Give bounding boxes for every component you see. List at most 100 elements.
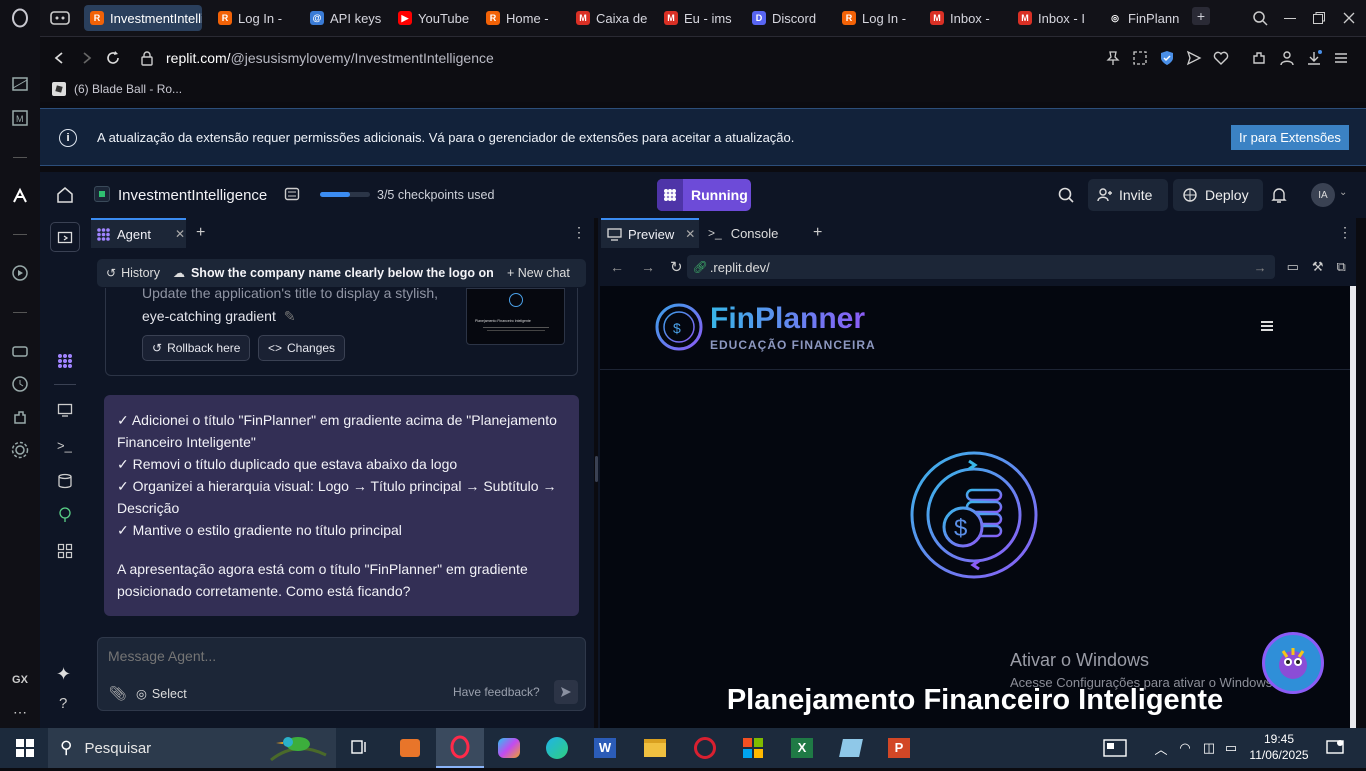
- close-tab-icon[interactable]: ✕: [685, 227, 695, 241]
- database-icon[interactable]: [57, 473, 73, 494]
- search-icon[interactable]: [1057, 186, 1075, 209]
- checkpoints-icon[interactable]: [284, 186, 300, 207]
- tab-console[interactable]: >_ Console: [708, 218, 778, 248]
- browser-tab[interactable]: M Inbox - I: [1012, 5, 1098, 31]
- add-tab-icon[interactable]: +: [813, 224, 822, 242]
- more-icon[interactable]: ⋯: [8, 700, 32, 724]
- browser-tab[interactable]: ▶ YouTube: [392, 5, 478, 31]
- project-name[interactable]: InvestmentIntelligence: [118, 187, 267, 204]
- browser-tab[interactable]: M Caixa de: [570, 5, 656, 31]
- aria-icon[interactable]: [8, 184, 32, 208]
- preview-url-field[interactable]: 🔗︎ .replit.dev/ →: [686, 255, 1275, 279]
- deployments-icon[interactable]: [57, 507, 73, 528]
- browser-tab[interactable]: R Home -: [480, 5, 566, 31]
- speed-dial-icon[interactable]: [8, 72, 32, 96]
- panel-resize-handle[interactable]: [595, 456, 598, 482]
- opera-logo-icon[interactable]: [8, 6, 32, 30]
- microsoft-store-icon[interactable]: [738, 734, 768, 762]
- battery-icon[interactable]: ▭: [1216, 734, 1246, 762]
- tab-preview[interactable]: Preview ✕: [601, 218, 699, 248]
- extensions-puzzle-icon[interactable]: [1248, 47, 1270, 69]
- devices-icon[interactable]: ▭: [1287, 259, 1299, 275]
- extensions-icon[interactable]: [8, 405, 32, 429]
- chevron-down-icon[interactable]: ⌄: [1339, 187, 1347, 198]
- download-icon[interactable]: [1303, 47, 1325, 69]
- wallet-icon[interactable]: [8, 339, 32, 363]
- send-icon[interactable]: [1183, 47, 1205, 69]
- preview-scrollbar[interactable]: [1350, 286, 1356, 728]
- select-button[interactable]: ◎ Select: [136, 686, 187, 702]
- shield-icon[interactable]: [1156, 47, 1178, 69]
- forward-icon[interactable]: [76, 47, 98, 69]
- media-player-icon[interactable]: [395, 734, 425, 762]
- history-icon[interactable]: [8, 372, 32, 396]
- edge-icon[interactable]: [542, 734, 572, 762]
- chat-bot-avatar[interactable]: [1262, 632, 1324, 694]
- browser-tab[interactable]: D Discord: [746, 5, 832, 31]
- preview-forward-icon[interactable]: →: [641, 259, 655, 275]
- help-icon[interactable]: ?: [59, 695, 67, 712]
- changes-button[interactable]: <> Changes: [258, 335, 346, 361]
- bookmark-item[interactable]: (6) Blade Ball - Ro...: [52, 82, 182, 96]
- panel-menu-icon[interactable]: ⋮: [1338, 224, 1352, 241]
- back-icon[interactable]: [48, 47, 70, 69]
- close-tab-icon[interactable]: ✕: [175, 227, 185, 241]
- excel-icon[interactable]: X: [787, 734, 817, 762]
- opera-gx-taskbar-icon[interactable]: [436, 728, 484, 768]
- windows-start-icon[interactable]: [10, 734, 40, 762]
- gx-icon[interactable]: GX: [8, 668, 32, 692]
- attach-paperclip-icon[interactable]: 📎︎: [109, 685, 127, 702]
- sparkle-icon[interactable]: ✦: [56, 664, 71, 685]
- heart-icon[interactable]: [1210, 47, 1232, 69]
- powerpoint-icon[interactable]: P: [884, 734, 914, 762]
- taskbar-search[interactable]: ⚲ Pesquisar: [48, 728, 336, 768]
- player-icon[interactable]: [8, 261, 32, 285]
- mail-icon[interactable]: M: [8, 106, 32, 130]
- new-tab-button[interactable]: +: [1192, 7, 1210, 25]
- home-icon[interactable]: [56, 186, 74, 209]
- invite-button[interactable]: Invite: [1088, 179, 1168, 211]
- all-tools-icon[interactable]: [57, 543, 73, 564]
- message-agent-input[interactable]: [108, 648, 568, 664]
- screenshot-thumbnail[interactable]: Planejamento Financeiro Inteligente: [466, 288, 565, 345]
- tab-search-icon[interactable]: [1249, 7, 1271, 29]
- shell-icon[interactable]: >_: [57, 438, 72, 453]
- preview-reload-icon[interactable]: ↻: [670, 258, 683, 276]
- reload-icon[interactable]: [102, 47, 124, 69]
- close-window-icon[interactable]: [1338, 7, 1360, 29]
- clock[interactable]: 19:45 11/06/2025: [1246, 731, 1312, 763]
- rollback-button[interactable]: ↺ Rollback here: [142, 335, 251, 361]
- open-new-window-icon[interactable]: ⧉: [1337, 259, 1346, 275]
- browser-tab[interactable]: M Inbox -: [924, 5, 1010, 31]
- browser-tab[interactable]: R InvestmentIntelli: [84, 5, 202, 31]
- add-tab-icon[interactable]: +: [196, 224, 205, 242]
- browser-tab[interactable]: R Log In -: [836, 5, 922, 31]
- deploy-button[interactable]: Deploy: [1173, 179, 1263, 211]
- snapshot-icon[interactable]: [1129, 47, 1151, 69]
- panel-menu-icon[interactable]: ⋮: [572, 224, 586, 241]
- browser-tab[interactable]: ◎ FinPlann: [1102, 5, 1184, 31]
- browser-tab[interactable]: @ API keys: [304, 5, 390, 31]
- notification-center-icon[interactable]: [1320, 734, 1350, 762]
- workspaces-icon[interactable]: [49, 7, 71, 29]
- game-app-icon[interactable]: [690, 734, 720, 762]
- browser-tab[interactable]: M Eu - ims: [658, 5, 744, 31]
- profile-icon[interactable]: [1276, 47, 1298, 69]
- task-view-icon[interactable]: [345, 734, 375, 762]
- files-toggle-icon[interactable]: [50, 222, 80, 252]
- avatar[interactable]: IA: [1311, 183, 1335, 207]
- pin-icon[interactable]: [1102, 47, 1124, 69]
- go-to-extensions-button[interactable]: Ir para Extensões: [1231, 125, 1349, 150]
- widgets-news-icon[interactable]: [1100, 734, 1130, 762]
- webview-icon[interactable]: [57, 402, 73, 423]
- notifications-bell-icon[interactable]: [1271, 186, 1287, 209]
- settings-gear-icon[interactable]: [8, 438, 32, 462]
- run-button[interactable]: Running: [657, 179, 751, 211]
- new-chat-button[interactable]: + New chat: [507, 266, 570, 280]
- minimize-icon[interactable]: [1279, 7, 1301, 29]
- restore-icon[interactable]: [1308, 7, 1330, 29]
- url-field[interactable]: replit.com/@jesusismylovemy/InvestmentIn…: [166, 50, 494, 66]
- hamburger-menu-icon[interactable]: [1260, 319, 1274, 337]
- feedback-link[interactable]: Have feedback?: [453, 685, 540, 699]
- lock-icon[interactable]: [136, 47, 158, 69]
